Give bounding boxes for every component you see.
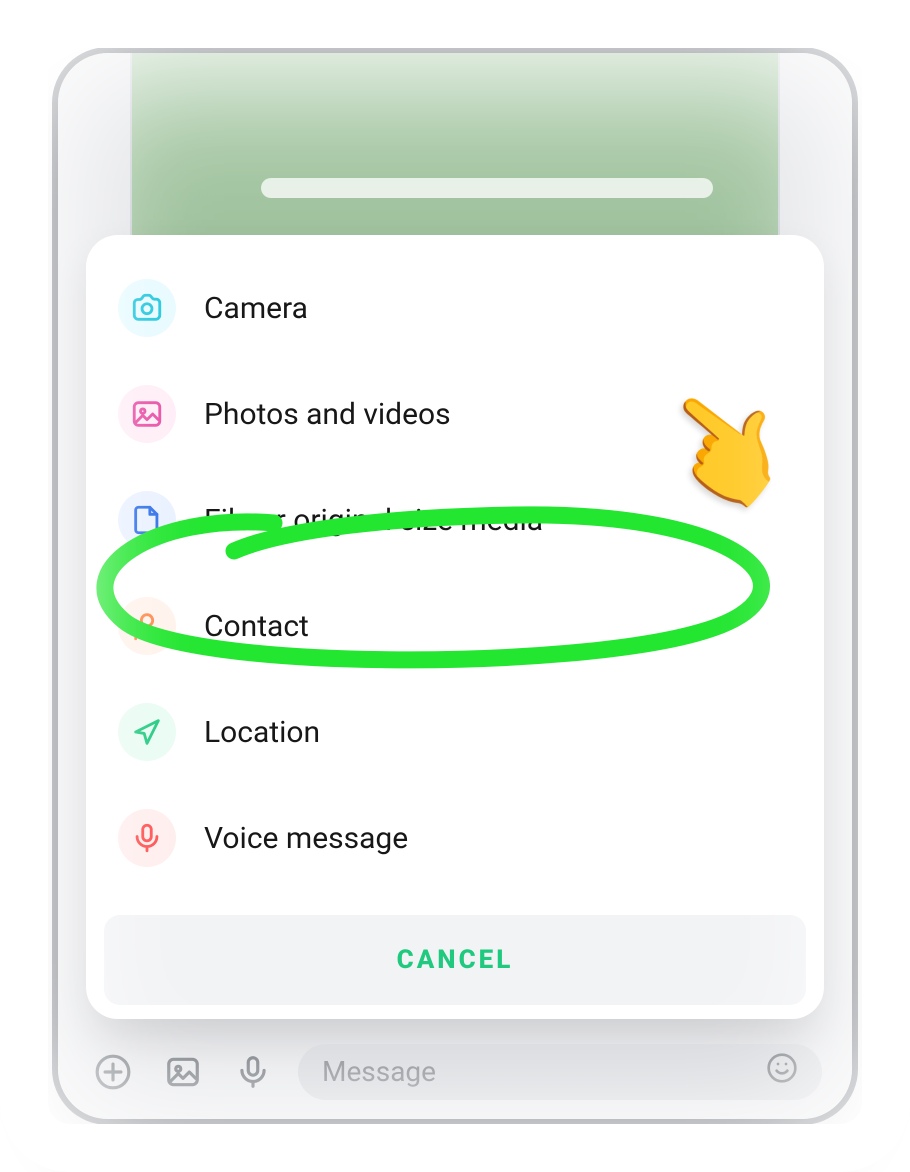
attachment-sheet: Camera Photos and videos File or origina…	[86, 235, 824, 1019]
location-icon	[118, 703, 176, 761]
item-label: Voice message	[204, 821, 792, 856]
attach-voice-message[interactable]: Voice message	[86, 785, 824, 891]
item-label: Contact	[204, 609, 792, 644]
message-input[interactable]: Message	[298, 1044, 822, 1100]
voice-icon	[118, 809, 176, 867]
attach-location[interactable]: Location	[86, 679, 824, 785]
attach-file[interactable]: File or original size media	[86, 467, 824, 573]
attach-add-button[interactable]	[88, 1047, 138, 1097]
item-label: File or original size media	[204, 503, 792, 538]
item-label: Photos and videos	[204, 397, 792, 432]
attach-contact[interactable]: Contact	[86, 573, 824, 679]
voice-record-button[interactable]	[228, 1047, 278, 1097]
attach-gallery-button[interactable]	[158, 1047, 208, 1097]
item-label: Location	[204, 715, 792, 750]
attach-photos-videos[interactable]: Photos and videos	[86, 361, 824, 467]
message-placeholder: Message	[322, 1055, 436, 1088]
message-composer: Message	[58, 1024, 852, 1119]
cancel-button[interactable]: CANCEL	[104, 915, 806, 1005]
contact-icon	[118, 597, 176, 655]
file-icon	[118, 491, 176, 549]
attach-camera[interactable]: Camera	[86, 255, 824, 361]
emoji-picker-icon[interactable]	[766, 1052, 798, 1091]
phone-frame: Camera Photos and videos File or origina…	[52, 47, 858, 1125]
camera-icon	[118, 279, 176, 337]
item-label: Camera	[204, 291, 792, 326]
photo-icon	[118, 385, 176, 443]
